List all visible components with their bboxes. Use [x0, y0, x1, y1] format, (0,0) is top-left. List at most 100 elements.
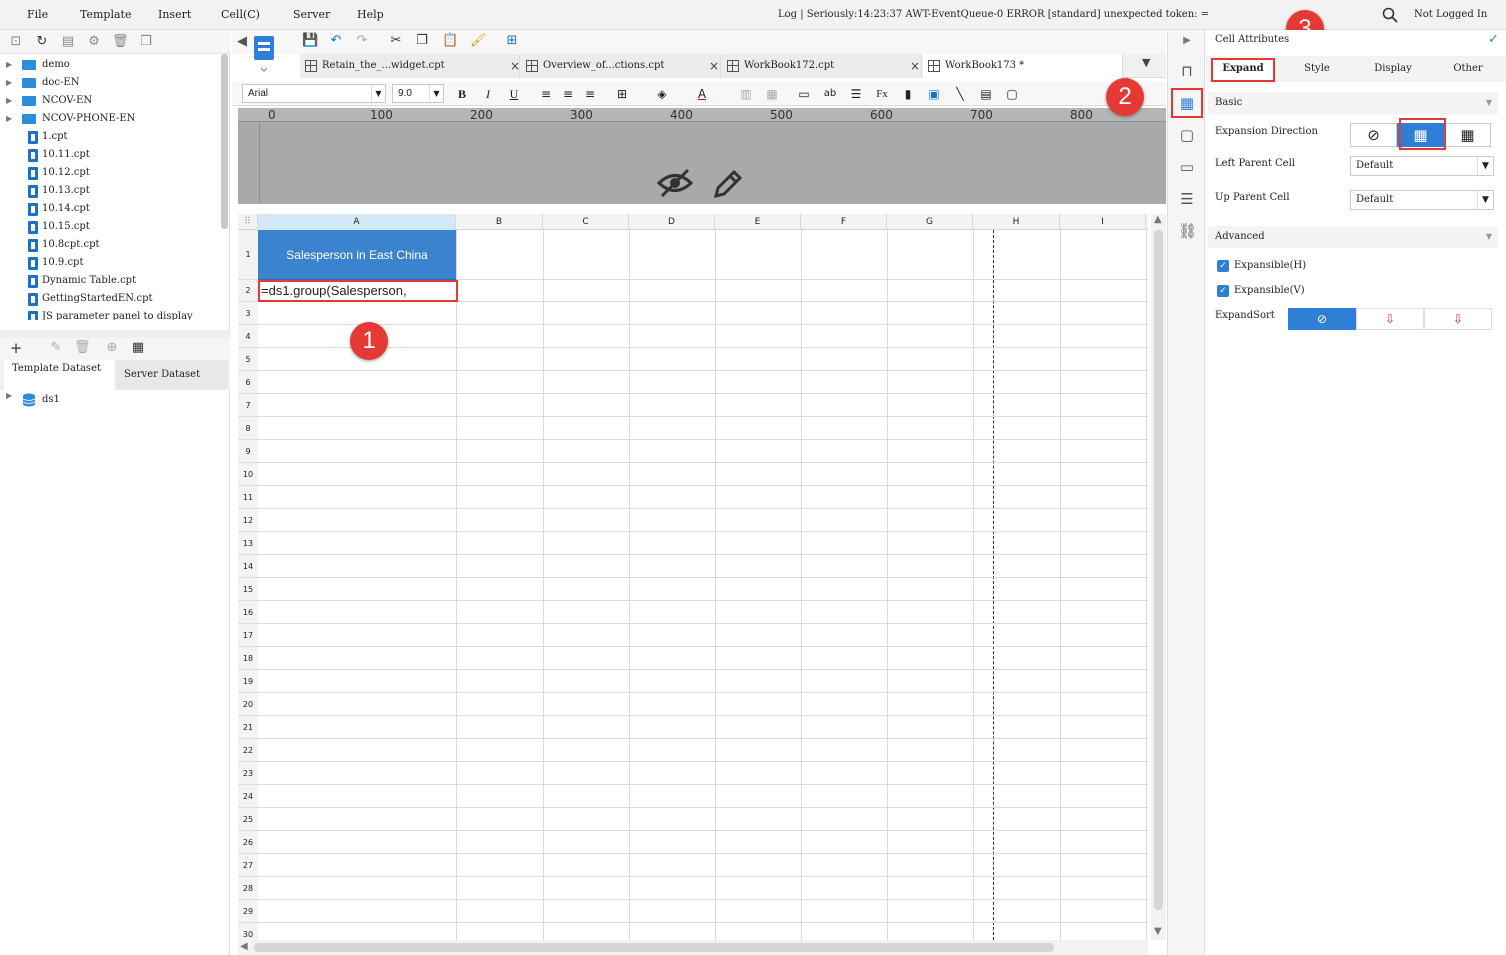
row-header[interactable]: 19 — [238, 670, 258, 693]
subreport-icon[interactable]: ▤ — [978, 86, 994, 102]
dataset-item[interactable]: ▶ ds1 — [0, 391, 230, 409]
edit-pencil-icon[interactable] — [712, 166, 744, 200]
parameter-panel[interactable]: 0 100 200 300 400 500 600 700 800 — [238, 108, 1166, 204]
image-icon[interactable]: ▣ — [926, 86, 942, 102]
copy-icon[interactable]: ❐ — [414, 33, 430, 49]
row-header[interactable]: 22 — [238, 739, 258, 762]
column-header[interactable]: F — [801, 214, 887, 230]
tab-file[interactable]: Overview_of...ctions.cpt × — [521, 54, 721, 78]
insert-row-icon[interactable]: ▭ — [796, 86, 812, 102]
close-icon[interactable]: × — [709, 54, 719, 78]
delete-icon[interactable]: 🗑 — [74, 340, 91, 356]
bold-button[interactable]: B — [454, 86, 470, 102]
table-icon[interactable]: ▦ — [130, 340, 146, 356]
tab-file-active[interactable]: WorkBook173 * — [923, 54, 1123, 78]
align-left-icon[interactable]: ≡ — [538, 86, 554, 102]
row-header[interactable]: 1 — [238, 230, 258, 280]
template-property-icon[interactable]: ⊓ — [1178, 62, 1196, 80]
row-header[interactable]: 24 — [238, 785, 258, 808]
column-header[interactable]: H — [973, 214, 1060, 230]
tree-folder-ncov-phone-en[interactable]: ▶ NCOV-PHONE-EN — [0, 110, 220, 128]
tab-list-icon[interactable]: ▼ — [1142, 56, 1150, 69]
tree-file[interactable]: 10.14.cpt — [0, 200, 220, 218]
column-header[interactable]: I — [1060, 214, 1146, 230]
tree-vertical-scrollbar[interactable] — [221, 54, 228, 229]
column-header[interactable]: C — [543, 214, 629, 230]
edit-icon[interactable]: ✎ — [48, 340, 64, 356]
status-log[interactable]: Log | Seriously:14:23:37 AWT-EventQueue-… — [778, 9, 1209, 20]
menu-server[interactable]: Server — [293, 8, 330, 21]
row-header[interactable]: 10 — [238, 463, 258, 486]
row-header[interactable]: 28 — [238, 877, 258, 900]
tree-file[interactable]: GettingStartedEN.cpt — [0, 290, 220, 308]
widget-icon[interactable]: ▢ — [1004, 86, 1020, 102]
template-param-icon[interactable]: ⊞ — [504, 33, 520, 49]
horizontal-expand-button[interactable]: ▦ — [1444, 123, 1491, 147]
tab-template-dataset[interactable]: Template Dataset — [4, 360, 114, 390]
left-parent-select[interactable]: Default ▼ — [1350, 156, 1494, 176]
text-icon[interactable]: ab — [822, 86, 838, 102]
select-all-icon[interactable]: ⠿ — [238, 214, 258, 230]
tab-server-dataset[interactable]: Server Dataset — [116, 360, 228, 390]
column-header[interactable]: E — [715, 214, 801, 230]
slash-icon[interactable]: ╲ — [952, 86, 968, 102]
tree-file[interactable]: 10.15.cpt — [0, 218, 220, 236]
copy-icon[interactable]: ❐ — [138, 34, 154, 50]
up-parent-select[interactable]: Default ▼ — [1350, 190, 1494, 210]
tab-expand[interactable]: Expand — [1213, 56, 1273, 82]
tree-file[interactable]: 10.11.cpt — [0, 146, 220, 164]
column-header[interactable]: G — [887, 214, 973, 230]
format-painter-icon[interactable]: 🖌 — [470, 33, 487, 49]
border-icon[interactable]: ⊞ — [614, 86, 630, 102]
scroll-up-icon[interactable]: ▲ — [1154, 214, 1162, 225]
fill-color-icon[interactable]: ◈ — [654, 86, 670, 102]
cell-element-icon[interactable]: ▢ — [1178, 126, 1196, 144]
italic-button[interactable]: I — [480, 86, 496, 102]
tree-folder-ncov-en[interactable]: ▶ NCOV-EN — [0, 92, 220, 110]
menu-insert[interactable]: Insert — [158, 8, 191, 21]
chart-icon[interactable]: ▮ — [900, 86, 916, 102]
expand-arrow-icon[interactable]: ▶ — [6, 110, 14, 128]
no-expand-button[interactable]: ⊘ — [1350, 123, 1397, 147]
cell-a1[interactable]: Salesperson in East China — [258, 230, 456, 280]
tree-file[interactable]: 1.cpt — [0, 128, 220, 146]
row-header[interactable]: 14 — [238, 555, 258, 578]
close-icon[interactable]: × — [910, 54, 920, 78]
row-header[interactable]: 12 — [238, 509, 258, 532]
sort-ascending-icon[interactable]: ⇩ — [1356, 308, 1424, 330]
row-header[interactable]: 9 — [238, 440, 258, 463]
row-header[interactable]: 21 — [238, 716, 258, 739]
cell-area[interactable] — [258, 230, 1148, 940]
cell-attributes-icon[interactable]: ▦ — [1178, 94, 1196, 112]
save-icon[interactable]: 💾 — [302, 33, 318, 49]
font-family-select[interactable]: Arial ▼ — [242, 84, 386, 103]
tree-file[interactable]: 10.8cpt.cpt — [0, 236, 220, 254]
row-header[interactable]: 16 — [238, 601, 258, 624]
tree-file[interactable]: 10.9.cpt — [0, 254, 220, 272]
cut-icon[interactable]: ✂ — [388, 33, 404, 49]
pane-divider[interactable] — [0, 330, 230, 338]
tree-folder-demo[interactable]: ▶ demo — [0, 56, 220, 74]
tree-file[interactable]: 10.12.cpt — [0, 164, 220, 182]
row-header[interactable]: 26 — [238, 831, 258, 854]
scroll-left-icon[interactable]: ◀ — [240, 941, 248, 952]
font-color-icon[interactable]: A — [694, 86, 710, 102]
preview-icon[interactable]: ⊕ — [104, 340, 120, 356]
column-header[interactable]: B — [456, 214, 543, 230]
row-header[interactable]: 11 — [238, 486, 258, 509]
row-header[interactable]: 15 — [238, 578, 258, 601]
row-header[interactable]: 30 — [238, 923, 258, 940]
tree-file[interactable]: Dynamic Table.cpt — [0, 272, 220, 290]
delete-icon[interactable]: 🗑 — [112, 34, 129, 50]
row-header[interactable]: 5 — [238, 348, 258, 371]
column-header[interactable]: A — [258, 214, 456, 230]
row-header[interactable]: 8 — [238, 417, 258, 440]
undo-icon[interactable]: ↶ — [328, 33, 344, 49]
lock-icon[interactable]: ⚙ — [86, 34, 102, 50]
row-header[interactable]: 13 — [238, 532, 258, 555]
close-icon[interactable]: × — [510, 54, 520, 78]
condition-icon[interactable]: ☰ — [1178, 190, 1196, 208]
tab-style[interactable]: Style — [1286, 56, 1348, 82]
column-header[interactable]: D — [629, 214, 715, 230]
grid-horizontal-scrollbar[interactable]: ◀ — [238, 940, 1148, 955]
